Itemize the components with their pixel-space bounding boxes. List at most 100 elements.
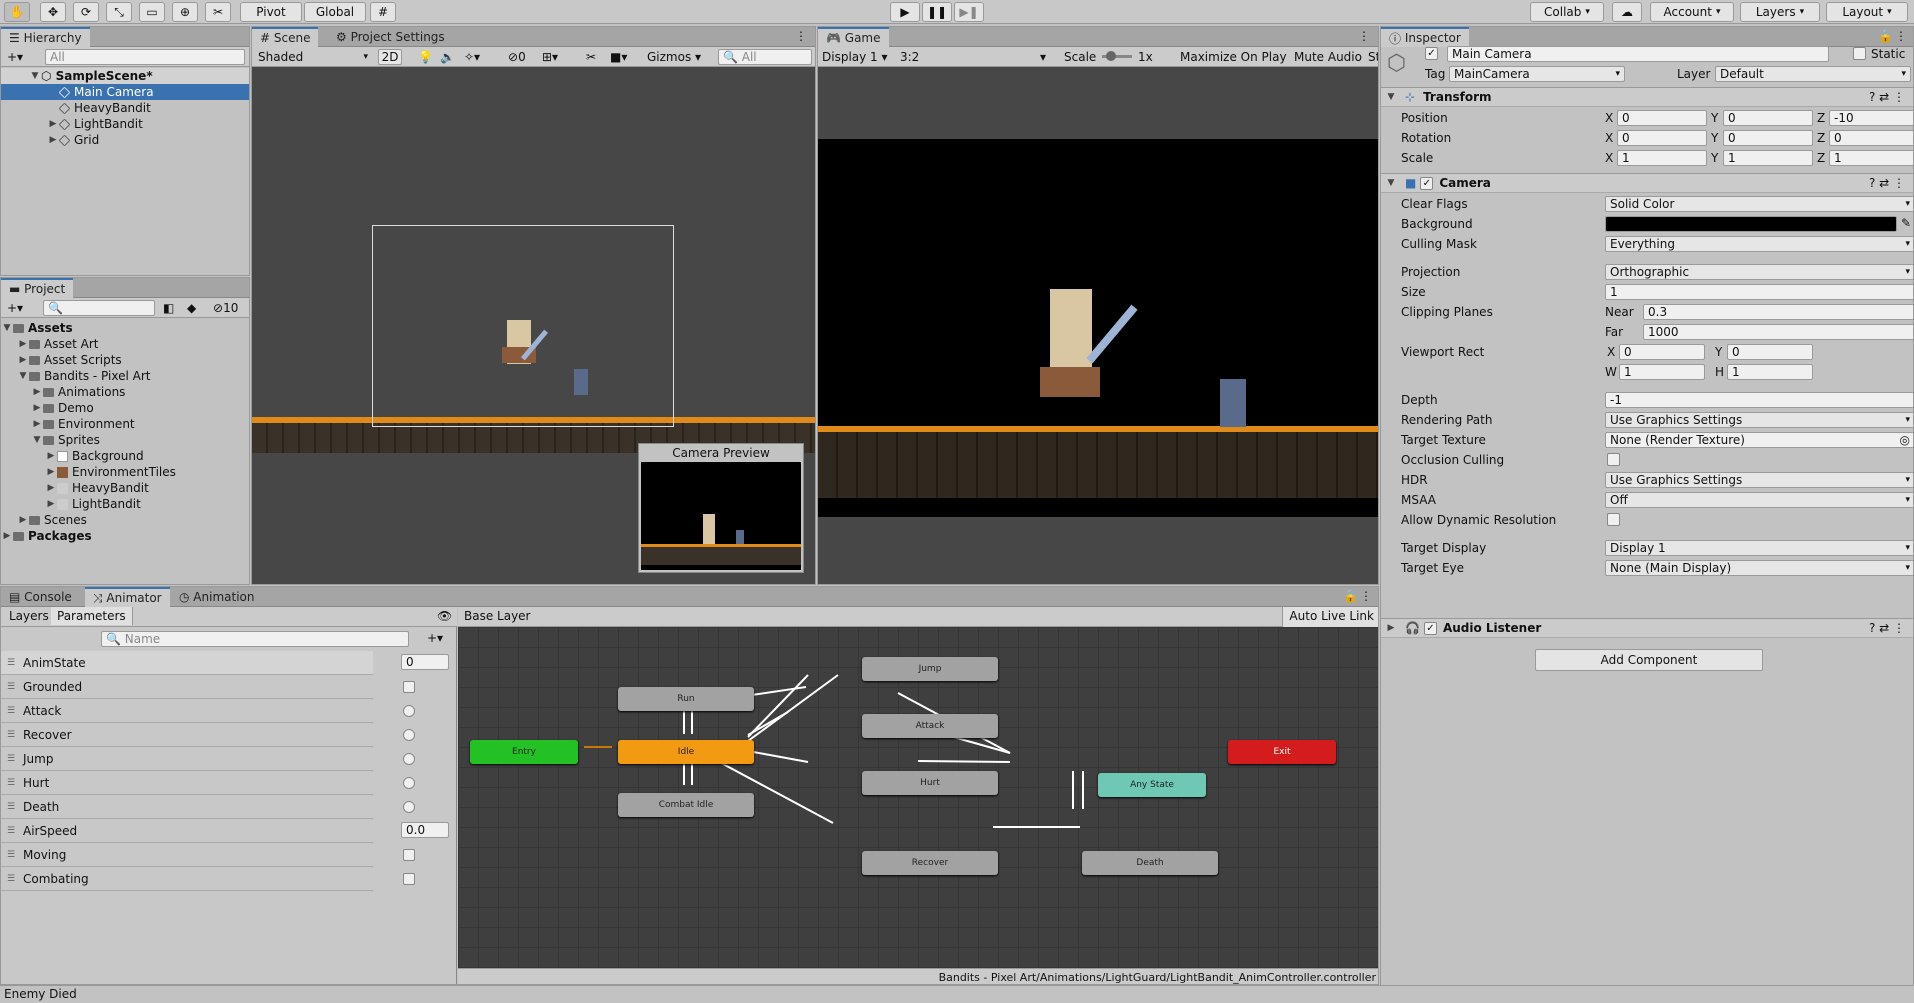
- grid-snap-icon[interactable]: #: [370, 2, 396, 22]
- filter-label-icon[interactable]: ◆: [187, 301, 196, 315]
- drag-handle-icon[interactable]: ☰: [7, 778, 17, 788]
- more-menu-icon[interactable]: ⋮: [1358, 29, 1370, 43]
- parameters-tab[interactable]: Parameters: [51, 607, 133, 625]
- projection-dropdown[interactable]: Orthographic: [1605, 264, 1913, 280]
- position-z-input[interactable]: -10: [1829, 110, 1913, 126]
- scale-z-input[interactable]: 1: [1829, 150, 1913, 166]
- audio-listener-enabled-checkbox[interactable]: ✓: [1423, 621, 1437, 635]
- parameter-row[interactable]: ☰ Jump: [1, 747, 415, 771]
- clear-flags-dropdown[interactable]: Solid Color: [1605, 196, 1913, 212]
- tools-icon[interactable]: ✂: [586, 50, 596, 64]
- parameter-row[interactable]: ☰ AirSpeed 0.0: [1, 819, 449, 843]
- layer-dropdown[interactable]: Default: [1715, 66, 1911, 82]
- transform-header[interactable]: ▼ ⊹ Transform ? ⇄ ⋮: [1381, 87, 1913, 107]
- collab-dropdown[interactable]: Collab: [1530, 2, 1604, 22]
- state-node-any-state[interactable]: Any State: [1098, 773, 1206, 797]
- project-item[interactable]: ▼ Sprites: [1, 432, 249, 448]
- far-input[interactable]: 1000: [1643, 324, 1913, 340]
- add-component-button[interactable]: Add Component: [1535, 649, 1763, 671]
- add-parameter-icon[interactable]: +▾: [427, 631, 443, 645]
- project-item[interactable]: ▶ Background: [1, 448, 249, 464]
- tab-hierarchy[interactable]: ☰ Hierarchy: [1, 27, 90, 47]
- mute-audio-toggle[interactable]: Mute Audio: [1294, 50, 1362, 64]
- tab-project[interactable]: ▬ Project: [1, 278, 74, 298]
- step-button[interactable]: ▶❚: [954, 2, 984, 22]
- target-texture-field[interactable]: None (Render Texture) ◎: [1605, 432, 1913, 448]
- rotation-z-input[interactable]: 0: [1829, 130, 1913, 146]
- parameter-bool-checkbox[interactable]: [403, 849, 415, 861]
- parameter-trigger-radio[interactable]: [403, 801, 415, 813]
- parameter-row[interactable]: ☰ Attack: [1, 699, 415, 723]
- state-node-death[interactable]: Death: [1082, 851, 1218, 875]
- scene-row[interactable]: ▼ ⬡ SampleScene*: [1, 68, 249, 84]
- add-icon[interactable]: +▾: [7, 50, 23, 64]
- custom-tool-icon[interactable]: ✂: [205, 2, 231, 22]
- drag-handle-icon[interactable]: ☰: [7, 730, 17, 740]
- rect-tool-icon[interactable]: ▭: [139, 2, 165, 22]
- gizmos-dropdown[interactable]: Gizmos ▾: [647, 50, 701, 64]
- global-button[interactable]: Global: [304, 2, 366, 22]
- drag-handle-icon[interactable]: ☰: [7, 850, 17, 860]
- scale-y-input[interactable]: 1: [1723, 150, 1813, 166]
- state-node-combat-idle[interactable]: Combat Idle: [618, 793, 754, 817]
- parameter-trigger-radio[interactable]: [403, 729, 415, 741]
- parameter-row[interactable]: ☰ Hurt: [1, 771, 415, 795]
- rotation-x-input[interactable]: 0: [1617, 130, 1707, 146]
- pause-button[interactable]: ❚❚: [922, 2, 952, 22]
- layout-dropdown[interactable]: Layout: [1826, 2, 1908, 22]
- tab-animator[interactable]: ⤨ Animator: [85, 587, 170, 607]
- aspect-dropdown[interactable]: 3:2 ▾: [900, 50, 1046, 64]
- hierarchy-search-input[interactable]: All: [45, 49, 245, 65]
- parameter-trigger-radio[interactable]: [403, 777, 415, 789]
- camera-header[interactable]: ▼ ■ ✓ Camera ? ⇄ ⋮: [1381, 173, 1913, 193]
- auto-live-link-toggle[interactable]: Auto Live Link: [1282, 607, 1378, 627]
- base-layer-breadcrumb[interactable]: Base Layer: [464, 609, 531, 623]
- eye-icon[interactable]: 👁: [437, 609, 452, 623]
- state-node-recover[interactable]: Recover: [862, 851, 998, 875]
- position-y-input[interactable]: 0: [1723, 110, 1813, 126]
- project-assets-root[interactable]: ▼ Assets: [1, 320, 249, 336]
- project-item[interactable]: ▶ Environment: [1, 416, 249, 432]
- near-input[interactable]: 0.3: [1643, 304, 1913, 320]
- add-icon[interactable]: +▾: [7, 301, 23, 315]
- msaa-dropdown[interactable]: Off: [1605, 492, 1913, 508]
- expand-arrow-icon[interactable]: ▶: [47, 119, 59, 129]
- lock-icon[interactable]: 🔒: [1878, 29, 1893, 43]
- position-x-input[interactable]: 0: [1617, 110, 1707, 126]
- game-viewport[interactable]: [818, 139, 1378, 517]
- project-item[interactable]: ▶ Asset Art: [1, 336, 249, 352]
- drag-handle-icon[interactable]: ☰: [7, 802, 17, 812]
- hidden-count[interactable]: ⊘10: [213, 301, 238, 315]
- tab-animation[interactable]: ◷ Animation: [171, 587, 262, 607]
- depth-input[interactable]: -1: [1605, 392, 1913, 408]
- hierarchy-item-main-camera[interactable]: Main Camera: [1, 84, 249, 100]
- rotation-y-input[interactable]: 0: [1723, 130, 1813, 146]
- object-name-input[interactable]: Main Camera: [1447, 46, 1829, 62]
- project-item[interactable]: ▶ Scenes: [1, 512, 249, 528]
- camera-enabled-checkbox[interactable]: ✓: [1420, 176, 1434, 190]
- project-item[interactable]: ▶ LightBandit: [1, 496, 249, 512]
- more-menu-icon[interactable]: ⋮: [795, 29, 807, 43]
- toggle-2d-button[interactable]: 2D: [378, 49, 402, 65]
- drag-handle-icon[interactable]: ☰: [7, 706, 17, 716]
- parameter-trigger-radio[interactable]: [403, 753, 415, 765]
- drag-handle-icon[interactable]: ☰: [7, 658, 17, 668]
- hierarchy-item-lightbandit[interactable]: ▶ LightBandit: [1, 116, 249, 132]
- dynamic-resolution-checkbox[interactable]: [1607, 513, 1620, 526]
- parameter-row[interactable]: ☰ AnimState 0: [1, 651, 449, 675]
- rotate-tool-icon[interactable]: ⟳: [73, 2, 99, 22]
- occlusion-culling-checkbox[interactable]: [1607, 453, 1620, 466]
- maximize-on-play-toggle[interactable]: Maximize On Play: [1180, 50, 1287, 64]
- target-display-dropdown[interactable]: Display 1: [1605, 540, 1913, 556]
- hand-tool-icon[interactable]: ✋: [4, 2, 30, 22]
- grid-toggle-icon[interactable]: ⊞▾: [542, 50, 558, 64]
- culling-mask-dropdown[interactable]: Everything: [1605, 236, 1913, 252]
- scale-x-input[interactable]: 1: [1617, 150, 1707, 166]
- tag-dropdown[interactable]: MainCamera: [1449, 66, 1625, 82]
- hierarchy-item-heavybandit[interactable]: HeavyBandit: [1, 100, 249, 116]
- cloud-icon[interactable]: ☁: [1612, 2, 1642, 22]
- scene-search-input[interactable]: 🔍 All: [718, 49, 812, 65]
- component-menu-icons[interactable]: ? ⇄ ⋮: [1869, 621, 1905, 635]
- parameter-value-input[interactable]: 0.0: [401, 822, 449, 838]
- transform-tool-icon[interactable]: ⊕: [172, 2, 198, 22]
